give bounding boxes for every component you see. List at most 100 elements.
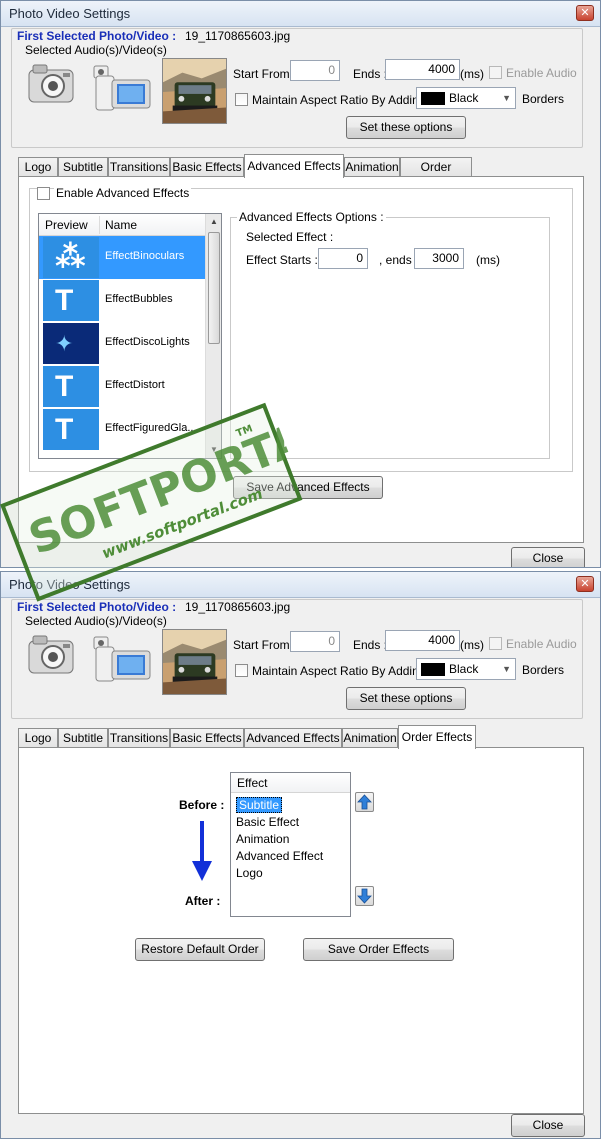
first-selected-label: First Selected Photo/Video : [17,29,177,43]
effect-column-header[interactable]: Effect [237,776,267,790]
effect-ends-label: , ends : [379,253,419,267]
border-color-select[interactable]: Black ▼ [416,658,516,680]
header-group: First Selected Photo/Video : 19_11708656… [11,28,583,148]
move-up-button[interactable] [355,792,374,812]
tab-transitions[interactable]: Transitions [108,157,170,177]
order-effects-panel: Before : After : Effect Subtitle Basic E… [18,747,584,1114]
order-effects-list[interactable]: Effect Subtitle Basic Effect Animation A… [230,772,351,917]
ends-label: Ends : [353,67,388,81]
settings-window-order: Photo Video Settings ✕ First Selected Ph… [0,571,601,1139]
order-item-logo[interactable]: Logo [236,866,263,880]
start-from-label: Start From : [233,638,297,652]
close-button[interactable]: Close [511,1114,585,1137]
ends-input[interactable]: 4000 [385,630,460,651]
first-selected-value: 19_1170865603.jpg [185,600,291,614]
figured-glass-effect-icon: T [43,409,99,450]
order-item-animation[interactable]: Animation [236,832,289,846]
window-close-icon[interactable]: ✕ [576,5,594,21]
ends-input[interactable]: 4000 [385,59,460,80]
tab-logo[interactable]: Logo [18,157,58,177]
enable-audio-checkbox[interactable] [489,637,502,650]
selected-effect-label: Selected Effect : [246,230,334,244]
maintain-aspect-checkbox[interactable] [235,664,248,677]
arrow-up-icon [357,794,372,810]
tab-subtitle[interactable]: Subtitle [58,157,108,177]
color-swatch [421,92,445,105]
enable-audio-label: Enable Audio [506,637,577,651]
tab-basic-effects[interactable]: Basic Effects [170,728,244,748]
name-column-header[interactable]: Name [105,218,137,232]
tab-advanced-effects[interactable]: Advanced Effects [244,154,344,178]
effect-row-disco-lights[interactable]: ✦ EffectDiscoLights [39,322,207,365]
save-order-effects-button[interactable]: Save Order Effects [303,938,454,961]
title-bar[interactable]: Photo Video Settings ✕ [1,1,600,27]
preview-column-header[interactable]: Preview [45,218,88,232]
before-label: Before : [179,798,225,812]
photo-thumbnail [162,629,227,695]
order-item-subtitle[interactable]: Subtitle [236,797,283,813]
tab-logo[interactable]: Logo [18,728,58,748]
ends-label: Ends : [353,638,388,652]
ms-label: (ms) [460,67,484,81]
after-label: After : [185,894,221,908]
effect-row-binoculars[interactable]: ⁂ EffectBinoculars [39,236,207,279]
enable-audio-checkbox[interactable] [489,66,502,79]
order-item-advanced-effect[interactable]: Advanced Effect [236,849,323,863]
effect-ends-input[interactable]: 3000 [414,248,464,269]
enable-advanced-label: Enable Advanced Effects [54,186,192,200]
window-close-icon[interactable]: ✕ [576,576,594,592]
effect-starts-label: Effect Starts : [246,253,318,267]
tab-order-effects[interactable]: Order Effects [400,157,472,192]
tab-advanced-effects[interactable]: Advanced Effects [244,728,342,748]
options-legend: Advanced Effects Options : [237,210,386,224]
arrow-down-icon [357,888,372,904]
photo-thumbnail [162,58,227,124]
start-from-input[interactable]: 0 [290,631,340,652]
scroll-thumb[interactable] [208,232,220,344]
border-color-value: Black [449,91,479,105]
close-button[interactable]: Close [511,547,585,567]
enable-advanced-checkbox[interactable] [37,187,50,200]
video-camera-icon [93,636,151,682]
start-from-label: Start From : [233,67,297,81]
tab-transitions[interactable]: Transitions [108,728,170,748]
selected-audio-label: Selected Audio(s)/Video(s) [25,614,167,628]
camera-icon [28,635,74,674]
border-color-select[interactable]: Black ▼ [416,87,516,109]
ms-label: (ms) [460,638,484,652]
effect-starts-input[interactable]: 0 [318,248,368,269]
order-list-header: Effect [231,773,350,793]
maintain-aspect-checkbox[interactable] [235,93,248,106]
distort-effect-icon: T [43,366,99,407]
camera-icon [28,64,74,103]
border-color-value: Black [449,662,479,676]
borders-label: Borders [522,663,565,677]
maintain-aspect-label: Maintain Aspect Ratio By Adding [252,664,426,678]
borders-label: Borders [522,92,565,106]
column-separator [99,216,100,234]
effect-name: EffectBinoculars [105,250,185,262]
chevron-down-icon: ▼ [502,664,511,674]
effect-row-bubbles[interactable]: T EffectBubbles [39,279,207,322]
scroll-up-icon[interactable]: ▲ [206,214,221,230]
set-options-button[interactable]: Set these options [346,687,466,710]
effect-name: EffectBubbles [105,293,173,305]
window-title: Photo Video Settings [9,6,131,21]
disco-lights-effect-icon: ✦ [43,323,99,364]
restore-default-order-button[interactable]: Restore Default Order [135,938,265,961]
move-down-button[interactable] [355,886,374,906]
tab-animation[interactable]: Animation [342,728,398,748]
bubbles-effect-icon: T [43,280,99,321]
order-item-basic-effect[interactable]: Basic Effect [236,815,299,829]
tab-subtitle[interactable]: Subtitle [58,728,108,748]
advanced-effects-group: Enable Advanced Effects Preview Name ⁂ E… [29,186,573,472]
enable-audio-label: Enable Audio [506,66,577,80]
set-options-button[interactable]: Set these options [346,116,466,139]
tab-order-effects[interactable]: Order Effects [398,725,476,749]
effect-row-distort[interactable]: T EffectDistort [39,365,207,408]
tab-animation[interactable]: Animation [344,157,400,177]
start-from-input[interactable]: 0 [290,60,340,81]
tab-basic-effects[interactable]: Basic Effects [170,157,244,177]
effect-name: EffectDistort [105,379,165,391]
effect-name: EffectDiscoLights [105,336,190,348]
